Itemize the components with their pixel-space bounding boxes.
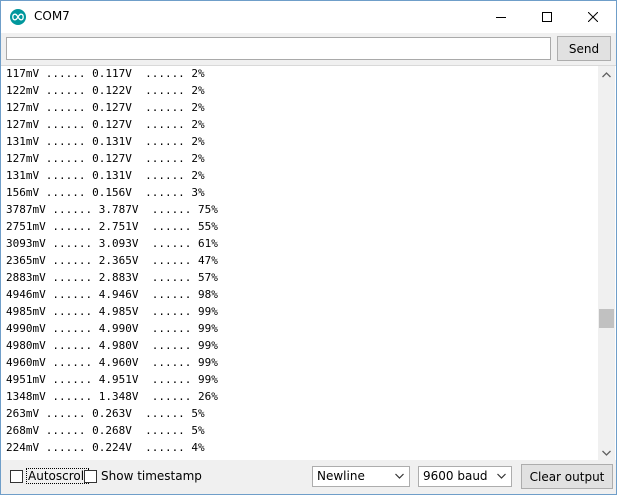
title-bar[interactable]: COM7 <box>1 1 616 33</box>
autoscroll-checkbox[interactable] <box>10 470 23 483</box>
maximize-button[interactable] <box>524 1 570 33</box>
scroll-thumb[interactable] <box>599 309 614 328</box>
output-line: 122mV ...... 0.122V ...... 2% <box>6 84 205 97</box>
output-line: 127mV ...... 0.127V ...... 2% <box>6 152 205 165</box>
minimize-icon <box>496 17 506 18</box>
output-line: 3787mV ...... 3.787V ...... 75% <box>6 203 218 216</box>
output-line: 2751mV ...... 2.751V ...... 55% <box>6 220 218 233</box>
output-line: 4951mV ...... 4.951V ...... 99% <box>6 373 218 386</box>
serial-monitor-window: COM7 Send 117mV ...... 0.117V ...... 2% 1… <box>0 0 617 495</box>
output-line: 4946mV ...... 4.946V ...... 98% <box>6 288 218 301</box>
output-line: 224mV ...... 0.224V ...... 4% <box>6 441 205 454</box>
serial-output[interactable]: 117mV ...... 0.117V ...... 2% 122mV .....… <box>1 65 616 460</box>
show-timestamp-label[interactable]: Show timestamp <box>101 469 202 483</box>
output-line: 3093mV ...... 3.093V ...... 61% <box>6 237 218 250</box>
output-line: 4960mV ...... 4.960V ...... 99% <box>6 356 218 369</box>
output-line: 2365mV ...... 2.365V ...... 47% <box>6 254 218 267</box>
close-button[interactable] <box>570 1 616 33</box>
minimize-button[interactable] <box>478 1 524 33</box>
scroll-up-button[interactable] <box>598 66 615 83</box>
arduino-infinity-icon <box>10 9 26 25</box>
chevron-down-icon <box>602 450 611 456</box>
maximize-icon <box>542 12 552 22</box>
bottom-toolbar: Autoscroll Show timestamp Newline 9600 b… <box>1 460 616 494</box>
output-line: 2883mV ...... 2.883V ...... 57% <box>6 271 218 284</box>
line-ending-select[interactable]: Newline <box>312 466 410 487</box>
output-line: 131mV ...... 0.131V ...... 2% <box>6 169 205 182</box>
close-icon <box>588 12 598 22</box>
output-line: 156mV ...... 0.156V ...... 3% <box>6 186 205 199</box>
chevron-down-icon <box>497 473 506 479</box>
output-line: 4990mV ...... 4.990V ...... 99% <box>6 322 218 335</box>
baud-rate-value: 9600 baud <box>423 469 488 483</box>
output-line: 1348mV ...... 1.348V ...... 26% <box>6 390 218 403</box>
output-line: 263mV ...... 0.263V ...... 5% <box>6 407 205 420</box>
output-line: 127mV ...... 0.127V ...... 2% <box>6 118 205 131</box>
output-lines: 117mV ...... 0.117V ...... 2% 122mV .....… <box>6 66 596 460</box>
line-ending-value: Newline <box>317 469 365 483</box>
window-title: COM7 <box>34 9 70 23</box>
clear-output-button[interactable]: Clear output <box>521 464 613 489</box>
output-line: 4980mV ...... 4.980V ...... 99% <box>6 339 218 352</box>
autoscroll-label[interactable]: Autoscroll <box>25 468 90 484</box>
baud-rate-select[interactable]: 9600 baud <box>418 466 512 487</box>
show-timestamp-checkbox[interactable] <box>84 470 97 483</box>
output-line: 117mV ...... 0.117V ...... 2% <box>6 67 205 80</box>
output-line: 131mV ...... 0.131V ...... 2% <box>6 135 205 148</box>
chevron-up-icon <box>602 71 611 77</box>
scroll-down-button[interactable] <box>598 444 615 460</box>
vertical-scrollbar[interactable] <box>598 66 615 460</box>
send-input[interactable] <box>6 37 551 60</box>
output-line: 268mV ...... 0.268V ...... 5% <box>6 424 205 437</box>
output-line: 127mV ...... 0.127V ...... 2% <box>6 101 205 114</box>
chevron-down-icon <box>395 473 404 479</box>
send-row: Send <box>1 33 616 65</box>
output-line: 4985mV ...... 4.985V ...... 99% <box>6 305 218 318</box>
send-button[interactable]: Send <box>557 36 611 61</box>
